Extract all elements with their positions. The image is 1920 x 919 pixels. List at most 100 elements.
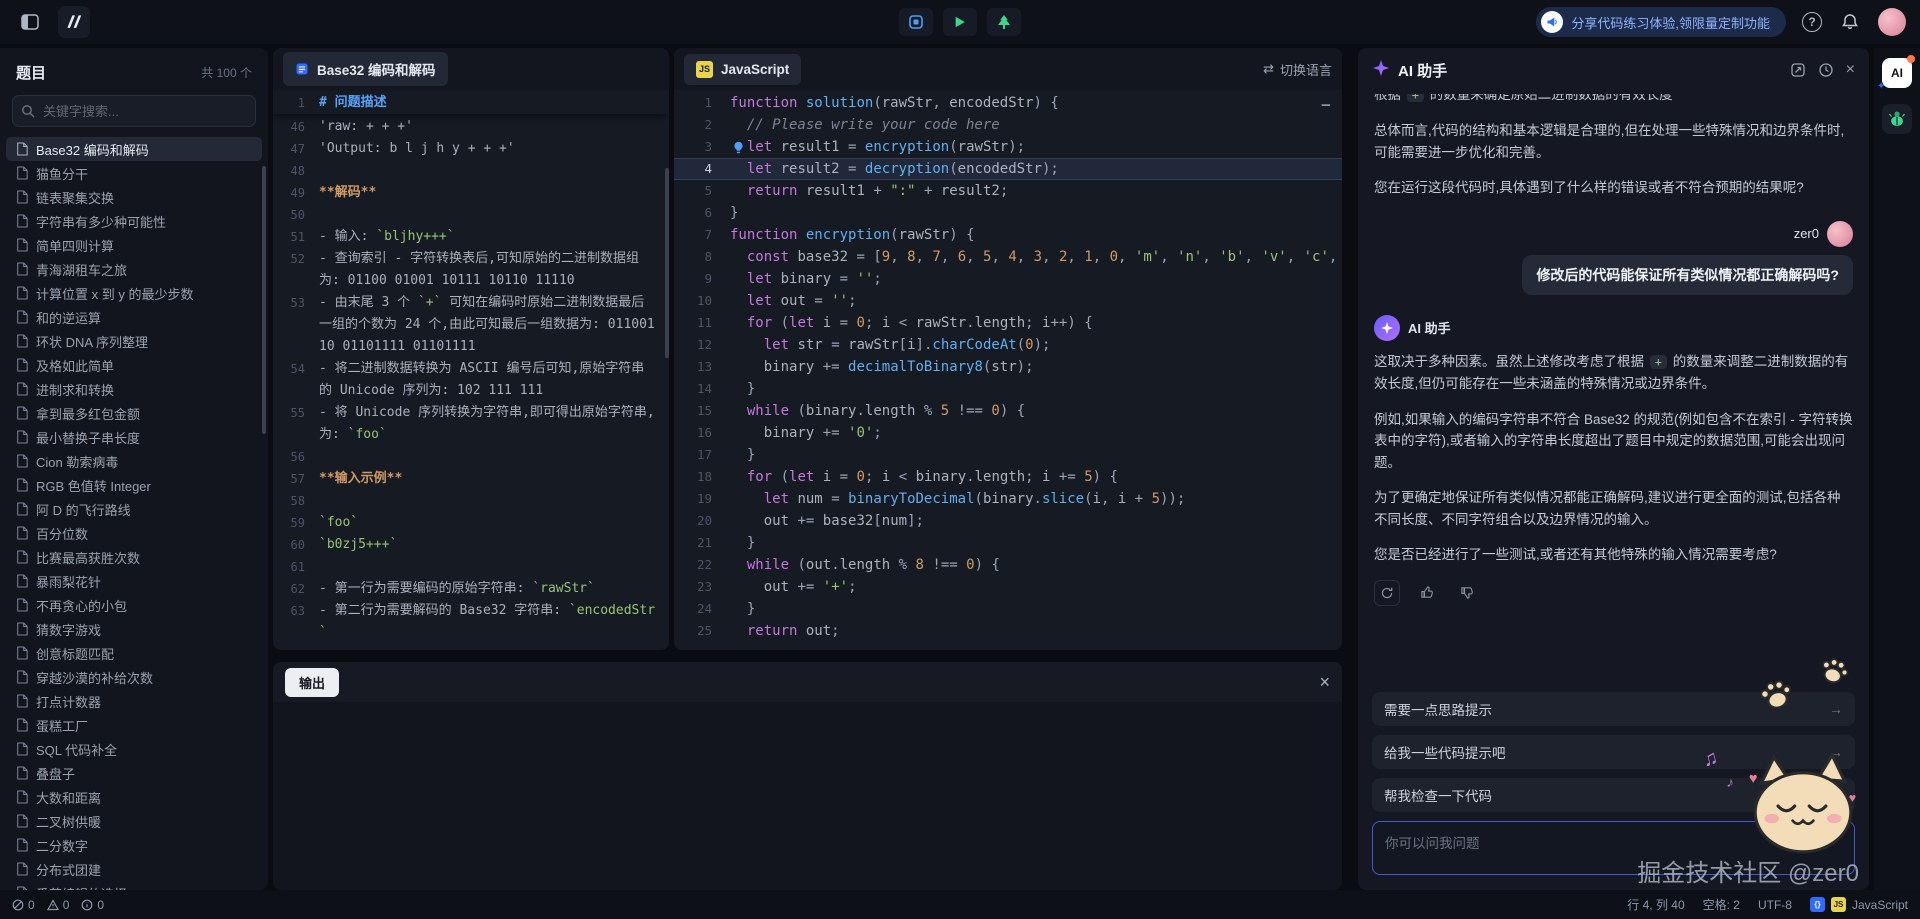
description-body[interactable]: 1# 问题描述 46'raw: + + +'47'Output: b l j h…	[273, 90, 669, 650]
code-line[interactable]: 18 for (let i = 0; i < binary.length; i …	[674, 466, 1342, 488]
code-line[interactable]: 9 let binary = '';	[674, 268, 1342, 290]
chat-area[interactable]: 根据 + 的数量来确定原始二进制数据的有效长度 总体而言,代码的结构和基本逻辑是…	[1358, 92, 1869, 692]
code-line[interactable]: 22 while (out.length % 8 !== 0) {	[674, 554, 1342, 576]
code-line[interactable]: 2 // Please write your code here	[674, 114, 1342, 136]
sidebar-item[interactable]: 猜数字游戏	[6, 617, 262, 641]
chat-input[interactable]	[1372, 821, 1855, 875]
description-line[interactable]: 62- 第一行为需要编码的原始字符串: `rawStr`	[273, 578, 669, 600]
sidebar-item[interactable]: 字符串有多少种可能性	[6, 209, 262, 233]
description-tab[interactable]: Base32 编码和解码	[283, 52, 448, 86]
code-line[interactable]: 15 while (binary.length % 5 !== 0) {	[674, 400, 1342, 422]
sidebar-item[interactable]: Cion 勒索病毒	[6, 449, 262, 473]
sidebar-item[interactable]: 蛋糕工厂	[6, 713, 262, 737]
run-button[interactable]	[943, 8, 977, 36]
thumbs-up-icon[interactable]	[1414, 580, 1440, 606]
code-line[interactable]: 4 let result2 = decryption(encodedStr);	[674, 158, 1342, 180]
description-scrollbar[interactable]	[665, 168, 669, 358]
sidebar-item[interactable]: 穿越沙漠的补给次数	[6, 665, 262, 689]
ai-assistant-badge-icon[interactable]: AI✦	[1882, 58, 1912, 88]
code-line[interactable]: 8 const base32 = [9, 8, 7, 6, 5, 4, 3, 2…	[674, 246, 1342, 268]
new-chat-icon[interactable]	[1790, 62, 1806, 78]
close-output-icon[interactable]: ×	[1319, 673, 1330, 691]
code-line[interactable]: 12 let str = rawStr[i].charCodeAt(0);	[674, 334, 1342, 356]
code-line[interactable]: 13 binary += decimalToBinary8(str);	[674, 356, 1342, 378]
regenerate-icon[interactable]	[1374, 580, 1400, 606]
encoding-setting[interactable]: UTF-8	[1758, 898, 1792, 912]
sidebar-item[interactable]: 阿 D 的飞行路线	[6, 497, 262, 521]
code-line[interactable]: 21 }	[674, 532, 1342, 554]
sidebar-item[interactable]: 环状 DNA 序列整理	[6, 329, 262, 353]
sidebar-scrollbar[interactable]	[262, 166, 266, 434]
sidebar-item[interactable]: 二叉树供暖	[6, 809, 262, 833]
code-line[interactable]: 23 out += '+';	[674, 576, 1342, 598]
suggestion-button[interactable]: 帮我检查一下代码→	[1372, 778, 1855, 812]
code-line[interactable]: 17 }	[674, 444, 1342, 466]
description-line[interactable]: 47'Output: b l j h y + + +'	[273, 138, 669, 160]
code-line[interactable]: 25 return out;	[674, 620, 1342, 642]
sidebar-item[interactable]: 链表聚集交换	[6, 185, 262, 209]
sidebar-item[interactable]: RGB 色值转 Integer	[6, 473, 262, 497]
sidebar-item[interactable]: 大数和距离	[6, 785, 262, 809]
app-logo[interactable]	[58, 6, 90, 38]
sidebar-item[interactable]: 暴雨梨花针	[6, 569, 262, 593]
code-line[interactable]: 5 return result1 + ":" + result2;	[674, 180, 1342, 202]
sidebar-item[interactable]: 分布式团建	[6, 857, 262, 881]
code-line[interactable]: 16 binary += '0';	[674, 422, 1342, 444]
sidebar-item[interactable]: 计算位置 x 到 y 的最少步数	[6, 281, 262, 305]
cursor-position[interactable]: 行 4, 列 40	[1627, 896, 1684, 913]
user-avatar[interactable]	[1878, 8, 1906, 36]
description-line[interactable]: 63- 第二行为需要解码的 Base32 字符串: `encodedStr`	[273, 600, 669, 644]
description-line[interactable]: 59`foo`	[273, 512, 669, 534]
sidebar-item[interactable]: 简单四则计算	[6, 233, 262, 257]
sidebar-item[interactable]: 打点计数器	[6, 689, 262, 713]
code-line[interactable]: 14 }	[674, 378, 1342, 400]
description-line[interactable]: 55- 将 Unicode 序列转换为字符串,即可得出原始字符串,为: `foo…	[273, 402, 669, 446]
suggestion-button[interactable]: 给我一些代码提示吧→	[1372, 735, 1855, 769]
search-input[interactable]	[12, 95, 256, 127]
description-line[interactable]: 48	[273, 160, 669, 182]
description-line[interactable]: 51- 输入: `bljhy+++`	[273, 226, 669, 248]
sidebar-item[interactable]: Base32 编码和解码	[6, 137, 262, 161]
description-line[interactable]: 56	[273, 446, 669, 468]
sidebar-item[interactable]: 拿到最多红包金额	[6, 401, 262, 425]
code-editor-body[interactable]: — 1function solution(rawStr, encodedStr)…	[674, 90, 1342, 650]
code-line[interactable]: 10 let out = '';	[674, 290, 1342, 312]
sidebar-item[interactable]: 叠盘子	[6, 761, 262, 785]
sidebar-item[interactable]: 番茄编辑的选择	[6, 881, 262, 890]
code-line[interactable]: 7function encryption(rawStr) {	[674, 224, 1342, 246]
sidebar-item[interactable]: 比赛最高获胜次数	[6, 545, 262, 569]
sidebar-item[interactable]: 百分位数	[6, 521, 262, 545]
suggestion-button[interactable]: 需要一点思路提示→	[1372, 692, 1855, 726]
sidebar-toggle-icon[interactable]	[14, 6, 46, 38]
language-tab[interactable]: JS JavaScript	[684, 54, 801, 85]
description-line[interactable]: 46'raw: + + +'	[273, 116, 669, 138]
description-line[interactable]: 52- 查询索引 - 字符转换表后,可知原始的二进制数据组为: 01100 01…	[273, 248, 669, 292]
sidebar-item[interactable]: 最小替换子串长度	[6, 425, 262, 449]
description-line[interactable]: 54- 将二进制数据转换为 ASCII 编号后可知,原始字符串的 Unicode…	[273, 358, 669, 402]
share-promo-pill[interactable]: 分享代码练习体验,领限量定制功能	[1536, 7, 1786, 37]
debug-button[interactable]	[899, 8, 933, 36]
description-line[interactable]: 53- 由末尾 3 个 `+` 可知在编码时原始二进制数据最后一组的个数为 24…	[273, 292, 669, 358]
code-line[interactable]: 3 let result1 = encryption(rawStr);	[674, 136, 1342, 158]
sidebar-item[interactable]: 猫鱼分干	[6, 161, 262, 185]
thumbs-down-icon[interactable]	[1454, 580, 1480, 606]
indentation-setting[interactable]: 空格: 2	[1703, 896, 1740, 913]
sidebar-item[interactable]: SQL 代码补全	[6, 737, 262, 761]
submit-tree-button[interactable]	[987, 8, 1021, 36]
switch-language-button[interactable]: ⇄ 切换语言	[1263, 60, 1332, 79]
description-line[interactable]: 58	[273, 490, 669, 512]
sidebar-item[interactable]: 不再贪心的小包	[6, 593, 262, 617]
errors-indicator[interactable]: 0	[12, 898, 35, 912]
code-line[interactable]: 11 for (let i = 0; i < rawStr.length; i+…	[674, 312, 1342, 334]
pet-assistant-icon[interactable]	[1882, 104, 1912, 134]
code-line[interactable]: 24 }	[674, 598, 1342, 620]
code-line[interactable]: 19 let num = binaryToDecimal(binary.slic…	[674, 488, 1342, 510]
language-indicator[interactable]: {} JS JavaScript	[1810, 897, 1908, 912]
info-indicator[interactable]: 0	[81, 898, 104, 912]
description-line[interactable]: 49**解码**	[273, 182, 669, 204]
output-tab[interactable]: 输出	[285, 668, 339, 697]
description-line[interactable]: 60`b0zj5+++`	[273, 534, 669, 556]
sidebar-item[interactable]: 和的逆运算	[6, 305, 262, 329]
description-line[interactable]: 57**输入示例**	[273, 468, 669, 490]
description-line[interactable]: 50	[273, 204, 669, 226]
